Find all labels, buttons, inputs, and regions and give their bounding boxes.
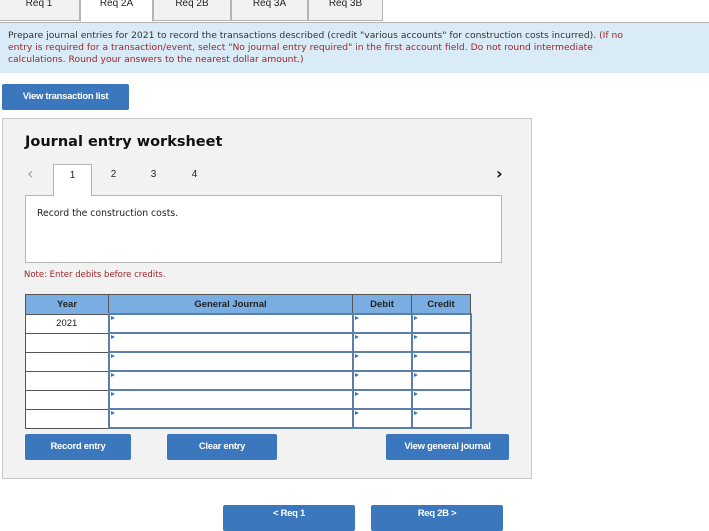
instructions-line-1: Prepare journal entries for 2021 to reco… (8, 30, 701, 42)
credit-input[interactable] (412, 410, 470, 427)
next-requirement-button[interactable]: Req 2B > (371, 505, 503, 531)
header-debit: Debit (352, 294, 412, 315)
credit-input[interactable] (412, 353, 470, 370)
credit-cell (410, 351, 472, 372)
chevron-left-icon[interactable]: ‹ (27, 164, 33, 183)
account-cell (107, 313, 354, 334)
year-cell (25, 370, 109, 391)
table-row: 2021 (25, 313, 472, 334)
journal-table: Year General Journal Debit Credit 2021 (25, 294, 472, 429)
debit-credit-note: Note: Enter debits before credits. (24, 270, 166, 280)
table-row (25, 351, 472, 372)
table-row (25, 389, 472, 410)
prev-requirement-button[interactable]: < Req 1 (223, 505, 355, 531)
account-select[interactable] (109, 315, 352, 332)
credit-cell (410, 313, 472, 334)
credit-cell (410, 370, 472, 391)
tab-req-3a[interactable]: Req 3A (231, 0, 308, 21)
table-row (25, 370, 472, 391)
tab-label: Req 1 (25, 0, 53, 9)
tab-req-2b[interactable]: Req 2B (153, 0, 231, 21)
tab-req-3b[interactable]: Req 3B (308, 0, 383, 21)
page-tab-2[interactable]: 2 (94, 164, 133, 195)
debit-input[interactable] (353, 391, 411, 408)
debit-cell (351, 370, 413, 391)
clear-entry-button[interactable]: Clear entry (167, 434, 277, 460)
account-cell (107, 351, 354, 372)
instructions-main: Prepare journal entries for 2021 to reco… (8, 30, 597, 41)
description-text: Record the construction costs. (37, 208, 179, 219)
instructions-note: (If no (596, 30, 623, 41)
page-tab-4[interactable]: 4 (175, 164, 214, 195)
account-select[interactable] (109, 353, 352, 370)
account-cell (107, 389, 354, 410)
debit-input[interactable] (353, 334, 411, 351)
account-cell (107, 370, 354, 391)
credit-input[interactable] (412, 334, 470, 351)
tab-req-2a[interactable]: Req 2A (80, 0, 153, 22)
account-cell (107, 332, 354, 353)
credit-input[interactable] (412, 315, 470, 332)
worksheet-title: Journal entry worksheet (25, 134, 223, 150)
page-tab-1[interactable]: 1 (53, 164, 92, 196)
credit-cell (410, 389, 472, 410)
credit-input[interactable] (412, 372, 470, 389)
debit-input[interactable] (353, 410, 411, 427)
table-row (25, 408, 472, 429)
year-cell (25, 351, 109, 372)
page-tab-3[interactable]: 3 (134, 164, 173, 195)
instructions-box: Prepare journal entries for 2021 to reco… (0, 23, 709, 73)
year-cell (25, 408, 109, 429)
credit-input[interactable] (412, 391, 470, 408)
debit-cell (351, 351, 413, 372)
view-general-journal-button[interactable]: View general journal (386, 434, 509, 460)
year-cell: 2021 (25, 313, 109, 334)
debit-input[interactable] (353, 315, 411, 332)
tab-req-1[interactable]: Req 1 (0, 0, 80, 21)
instructions-line-3: calculations. Round your answers to the … (8, 54, 304, 65)
credit-cell (410, 408, 472, 429)
debit-cell (351, 313, 413, 334)
header-year: Year (25, 294, 109, 315)
debit-cell (351, 332, 413, 353)
entry-description: Record the construction costs. (25, 195, 502, 263)
debit-input[interactable] (353, 353, 411, 370)
view-transaction-list-button[interactable]: View transaction list (2, 84, 129, 110)
debit-cell (351, 389, 413, 410)
account-select[interactable] (109, 410, 352, 427)
year-cell (25, 389, 109, 410)
debit-cell (351, 408, 413, 429)
tab-label: Req 2A (99, 0, 134, 9)
account-select[interactable] (109, 334, 352, 351)
account-select[interactable] (109, 372, 352, 389)
credit-cell (410, 332, 472, 353)
tab-label: Req 2B (175, 0, 209, 9)
header-general-journal: General Journal (108, 294, 353, 315)
debit-input[interactable] (353, 372, 411, 389)
header-credit: Credit (411, 294, 471, 315)
instructions-line-2: entry is required for a transaction/even… (8, 42, 593, 53)
journal-entry-worksheet: Journal entry worksheet ‹ 1 2 3 4 › Reco… (2, 118, 532, 479)
table-header-row: Year General Journal Debit Credit (25, 294, 471, 315)
year-cell (25, 332, 109, 353)
chevron-right-icon[interactable]: › (496, 164, 503, 183)
table-row (25, 332, 472, 353)
tab-label: Req 3A (252, 0, 287, 9)
tab-label: Req 3B (328, 0, 363, 9)
requirement-tabs: Req 1 Req 2A Req 2B Req 3A Req 3B (0, 0, 709, 23)
account-cell (107, 408, 354, 429)
account-select[interactable] (109, 391, 352, 408)
record-entry-button[interactable]: Record entry (25, 434, 131, 460)
